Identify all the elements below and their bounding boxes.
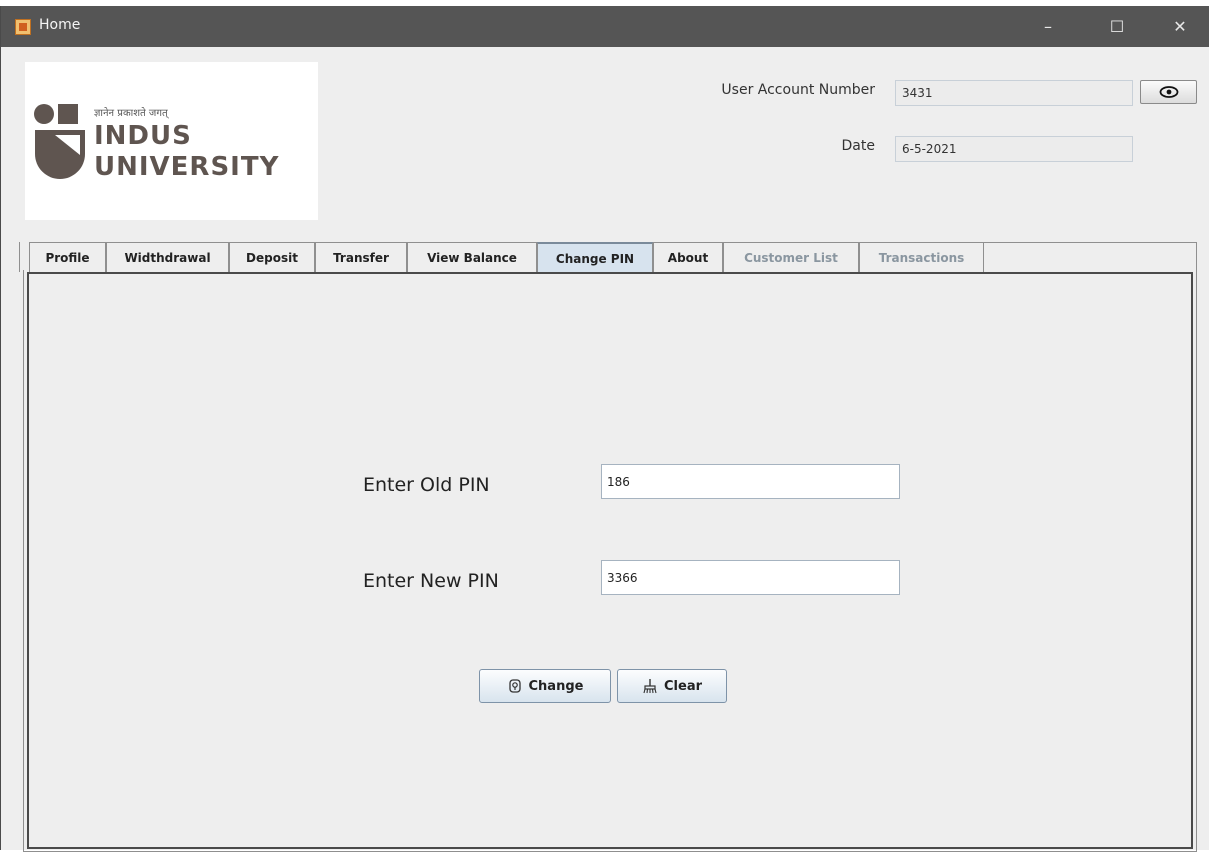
title-bar[interactable]: Home – ☐ ✕: [1, 6, 1209, 47]
account-number-field: 3431: [895, 80, 1133, 106]
date-label: Date: [841, 138, 875, 154]
tab-strip: Profile Widthdrawal Deposit Transfer Vie…: [29, 242, 1199, 272]
old-pin-label: Enter Old PIN: [363, 474, 490, 496]
university-logo: ज्ञानेन प्रकाशते जगत् INDUS UNIVERSITY: [25, 62, 318, 220]
logo-tagline: ज्ञानेन प्रकाशते जगत्: [94, 108, 168, 119]
tab-about[interactable]: About: [653, 242, 723, 272]
tab-deposit[interactable]: Deposit: [229, 242, 315, 272]
logo-mark-icon: [34, 104, 85, 179]
close-button[interactable]: ✕: [1157, 6, 1203, 47]
reveal-account-button[interactable]: [1140, 80, 1197, 104]
tab-widthdrawal[interactable]: Widthdrawal: [106, 242, 229, 272]
window-title: Home: [39, 17, 81, 33]
clear-button-label: Clear: [664, 678, 702, 694]
tab-change-pin[interactable]: Change PIN: [537, 242, 653, 272]
clear-button[interactable]: Clear: [617, 669, 727, 703]
tab-customer-list: Customer List: [723, 242, 859, 272]
app-window: Home – ☐ ✕ ज्ञानेन प्रकाशते जगत् INDUS U…: [0, 6, 1209, 852]
new-pin-input[interactable]: [601, 560, 900, 595]
new-pin-label: Enter New PIN: [363, 570, 499, 592]
eye-icon: [1159, 86, 1179, 98]
account-number-label: User Account Number: [721, 82, 875, 98]
tab-profile[interactable]: Profile: [29, 242, 106, 272]
broom-icon: [643, 679, 657, 694]
tab-view-balance[interactable]: View Balance: [407, 242, 537, 272]
old-pin-input[interactable]: [601, 464, 900, 499]
minimize-button[interactable]: –: [1025, 6, 1071, 47]
logo-line-2: UNIVERSITY: [94, 152, 280, 182]
change-pin-button[interactable]: Change: [479, 669, 611, 703]
tab-area-border-left: [19, 242, 20, 272]
tab-transactions: Transactions: [859, 242, 984, 272]
tab-transfer[interactable]: Transfer: [315, 242, 407, 272]
key-icon: [508, 679, 521, 693]
change-button-label: Change: [528, 678, 584, 694]
change-pin-panel: Enter Old PIN Enter New PIN Change Clear: [27, 272, 1193, 849]
logo-line-1: INDUS: [94, 121, 192, 151]
java-app-icon: [15, 19, 31, 35]
maximize-button[interactable]: ☐: [1094, 6, 1140, 47]
date-field: 6-5-2021: [895, 136, 1133, 162]
